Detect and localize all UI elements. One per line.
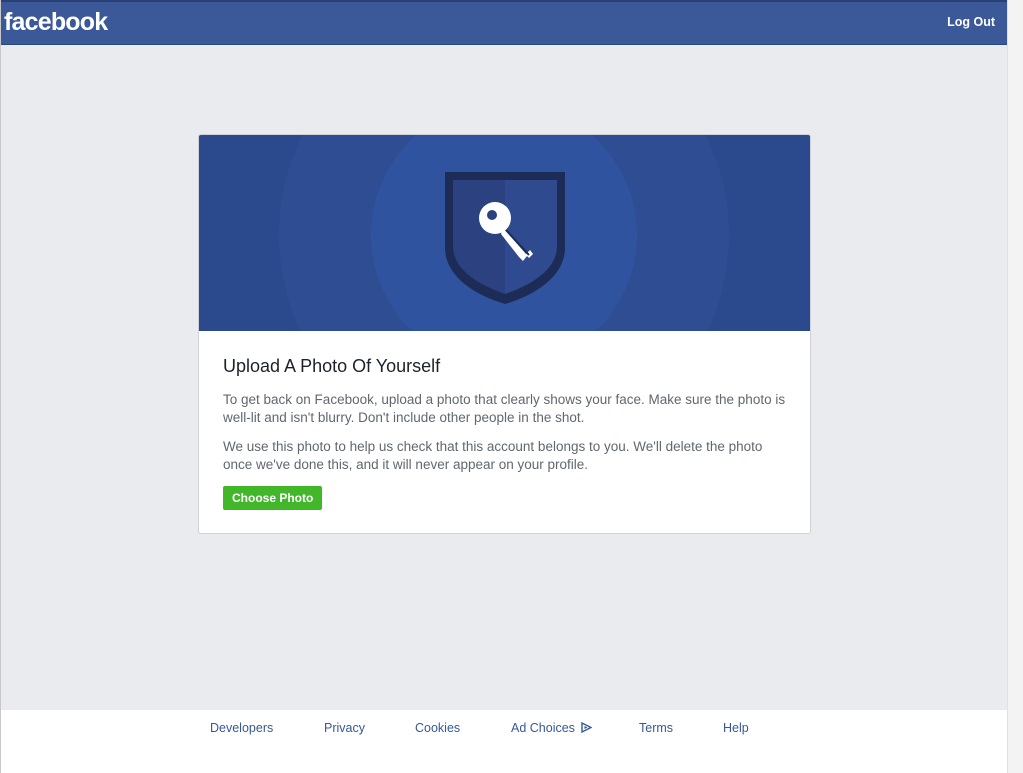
card-body: Upload A Photo Of Yourself To get back o… (223, 331, 788, 510)
footer-link-cookies[interactable]: Cookies (415, 721, 460, 735)
ad-choices-icon (581, 722, 593, 733)
facebook-logo[interactable]: facebook (4, 8, 108, 37)
card-banner (199, 135, 810, 331)
log-out-link[interactable]: Log Out (947, 15, 995, 29)
upload-photo-card: Upload A Photo Of Yourself To get back o… (198, 134, 811, 534)
ad-choices-label: Ad Choices (511, 721, 575, 735)
footer-link-help[interactable]: Help (723, 721, 749, 735)
top-navigation-bar: facebook Log Out (1, 0, 1008, 45)
card-title: Upload A Photo Of Yourself (223, 356, 441, 376)
footer-link-developers[interactable]: Developers (210, 721, 273, 735)
choose-photo-button[interactable]: Choose Photo (223, 486, 323, 510)
footer-link-privacy[interactable]: Privacy (324, 721, 365, 735)
footer-link-terms[interactable]: Terms (639, 721, 673, 735)
privacy-paragraph: We use this photo to help us check that … (223, 439, 763, 472)
browser-window: facebook Log Out Upload A Photo Of Yours… (0, 0, 1008, 773)
instruction-paragraph: To get back on Facebook, upload a photo … (223, 392, 786, 425)
vertical-scrollbar[interactable] (1007, 0, 1023, 773)
shield-key-icon (445, 172, 565, 304)
page-footer: Developers Privacy Cookies Ad Choices Te… (1, 710, 1008, 773)
footer-link-ad-choices[interactable]: Ad Choices (511, 721, 593, 735)
